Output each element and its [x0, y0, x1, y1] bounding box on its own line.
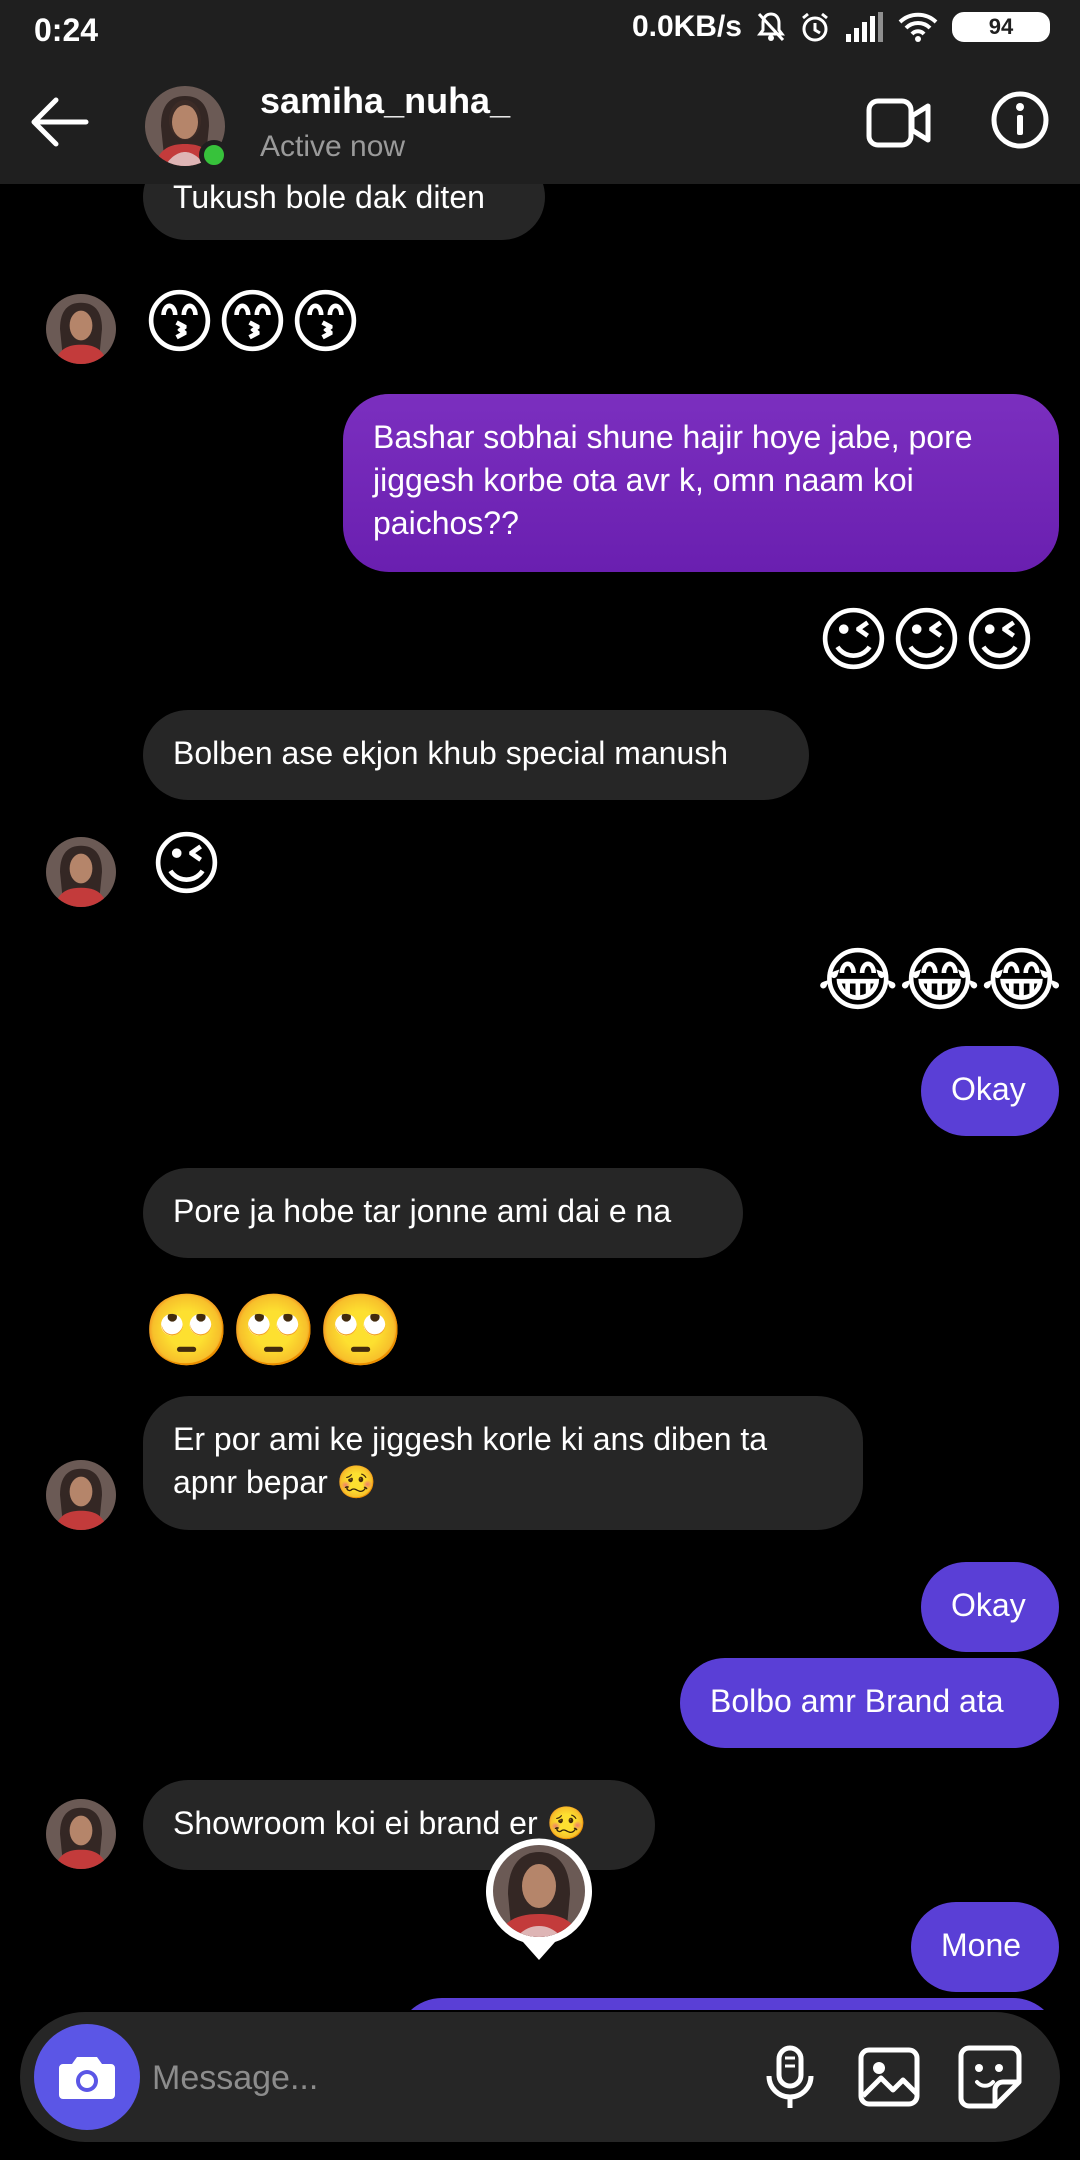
network-speed: 0.0KB/s: [631, 10, 742, 43]
mute-bell-icon: [756, 11, 786, 43]
outgoing-message[interactable]: Mone: [911, 1902, 1059, 1992]
back-button[interactable]: [26, 90, 96, 154]
info-button[interactable]: [990, 90, 1050, 150]
camera-icon: [59, 2057, 115, 2099]
outgoing-message-partial[interactable]: [396, 1998, 1059, 2010]
microphone-button[interactable]: [755, 2042, 825, 2112]
incoming-emoji-message[interactable]: 🙄🙄🙄: [143, 1290, 404, 1370]
contact-username[interactable]: samiha_nuha_: [260, 80, 510, 122]
gallery-icon: [858, 2047, 920, 2107]
status-time: 0:24: [34, 12, 99, 48]
sender-avatar[interactable]: [46, 837, 116, 907]
chat-header: samiha_nuha_ Active now: [0, 60, 1080, 184]
message-list[interactable]: Tukush bole dak diten 😙😙😙 Bashar sobhai …: [0, 184, 1080, 2010]
outgoing-message[interactable]: Okay: [921, 1046, 1059, 1136]
outgoing-message[interactable]: Okay: [921, 1562, 1059, 1652]
gallery-button[interactable]: [855, 2042, 925, 2112]
incoming-message[interactable]: Tukush bole dak diten: [143, 184, 545, 240]
outgoing-emoji-message[interactable]: 😉😉😉: [817, 600, 1036, 680]
signal-icon: [844, 12, 884, 42]
status-bar: 0:24 0.0KB/s 94: [0, 0, 1080, 60]
sender-avatar[interactable]: [46, 294, 116, 364]
battery-indicator: 94: [952, 12, 1050, 42]
outgoing-emoji-message[interactable]: 😂😂😂: [817, 940, 1062, 1020]
contact-avatar[interactable]: [145, 86, 229, 170]
incoming-message[interactable]: Er por ami ke jiggesh korle ki ans diben…: [143, 1396, 863, 1530]
microphone-icon: [766, 2045, 814, 2108]
incoming-emoji-message[interactable]: 😙😙😙: [143, 282, 362, 362]
online-indicator: [199, 140, 229, 170]
sticker-button[interactable]: [955, 2042, 1025, 2112]
incoming-emoji-message[interactable]: 😉: [150, 824, 223, 904]
incoming-message[interactable]: Bolben ase ekjon khub special manush: [143, 710, 809, 800]
camera-button[interactable]: [34, 2024, 140, 2130]
seen-indicator-avatar: [486, 1838, 592, 1960]
sender-avatar[interactable]: [46, 1460, 116, 1530]
video-call-button[interactable]: [866, 96, 932, 150]
message-composer: [20, 2012, 1060, 2142]
back-arrow-icon: [31, 97, 89, 147]
sticker-icon: [958, 2045, 1022, 2109]
contact-status: Active now: [260, 130, 406, 163]
message-input[interactable]: [150, 2042, 734, 2114]
video-call-icon: [866, 98, 931, 148]
incoming-message[interactable]: Pore ja hobe tar jonne ami dai e na: [143, 1168, 743, 1258]
alarm-icon: [800, 11, 830, 43]
info-icon: [991, 91, 1049, 149]
status-icons: 0.0KB/s 94: [632, 10, 1050, 44]
wifi-icon: [898, 12, 938, 42]
outgoing-message[interactable]: Bashar sobhai shune hajir hoye jabe, por…: [343, 394, 1059, 572]
sender-avatar[interactable]: [46, 1799, 116, 1869]
outgoing-message[interactable]: Bolbo amr Brand ata: [680, 1658, 1059, 1748]
